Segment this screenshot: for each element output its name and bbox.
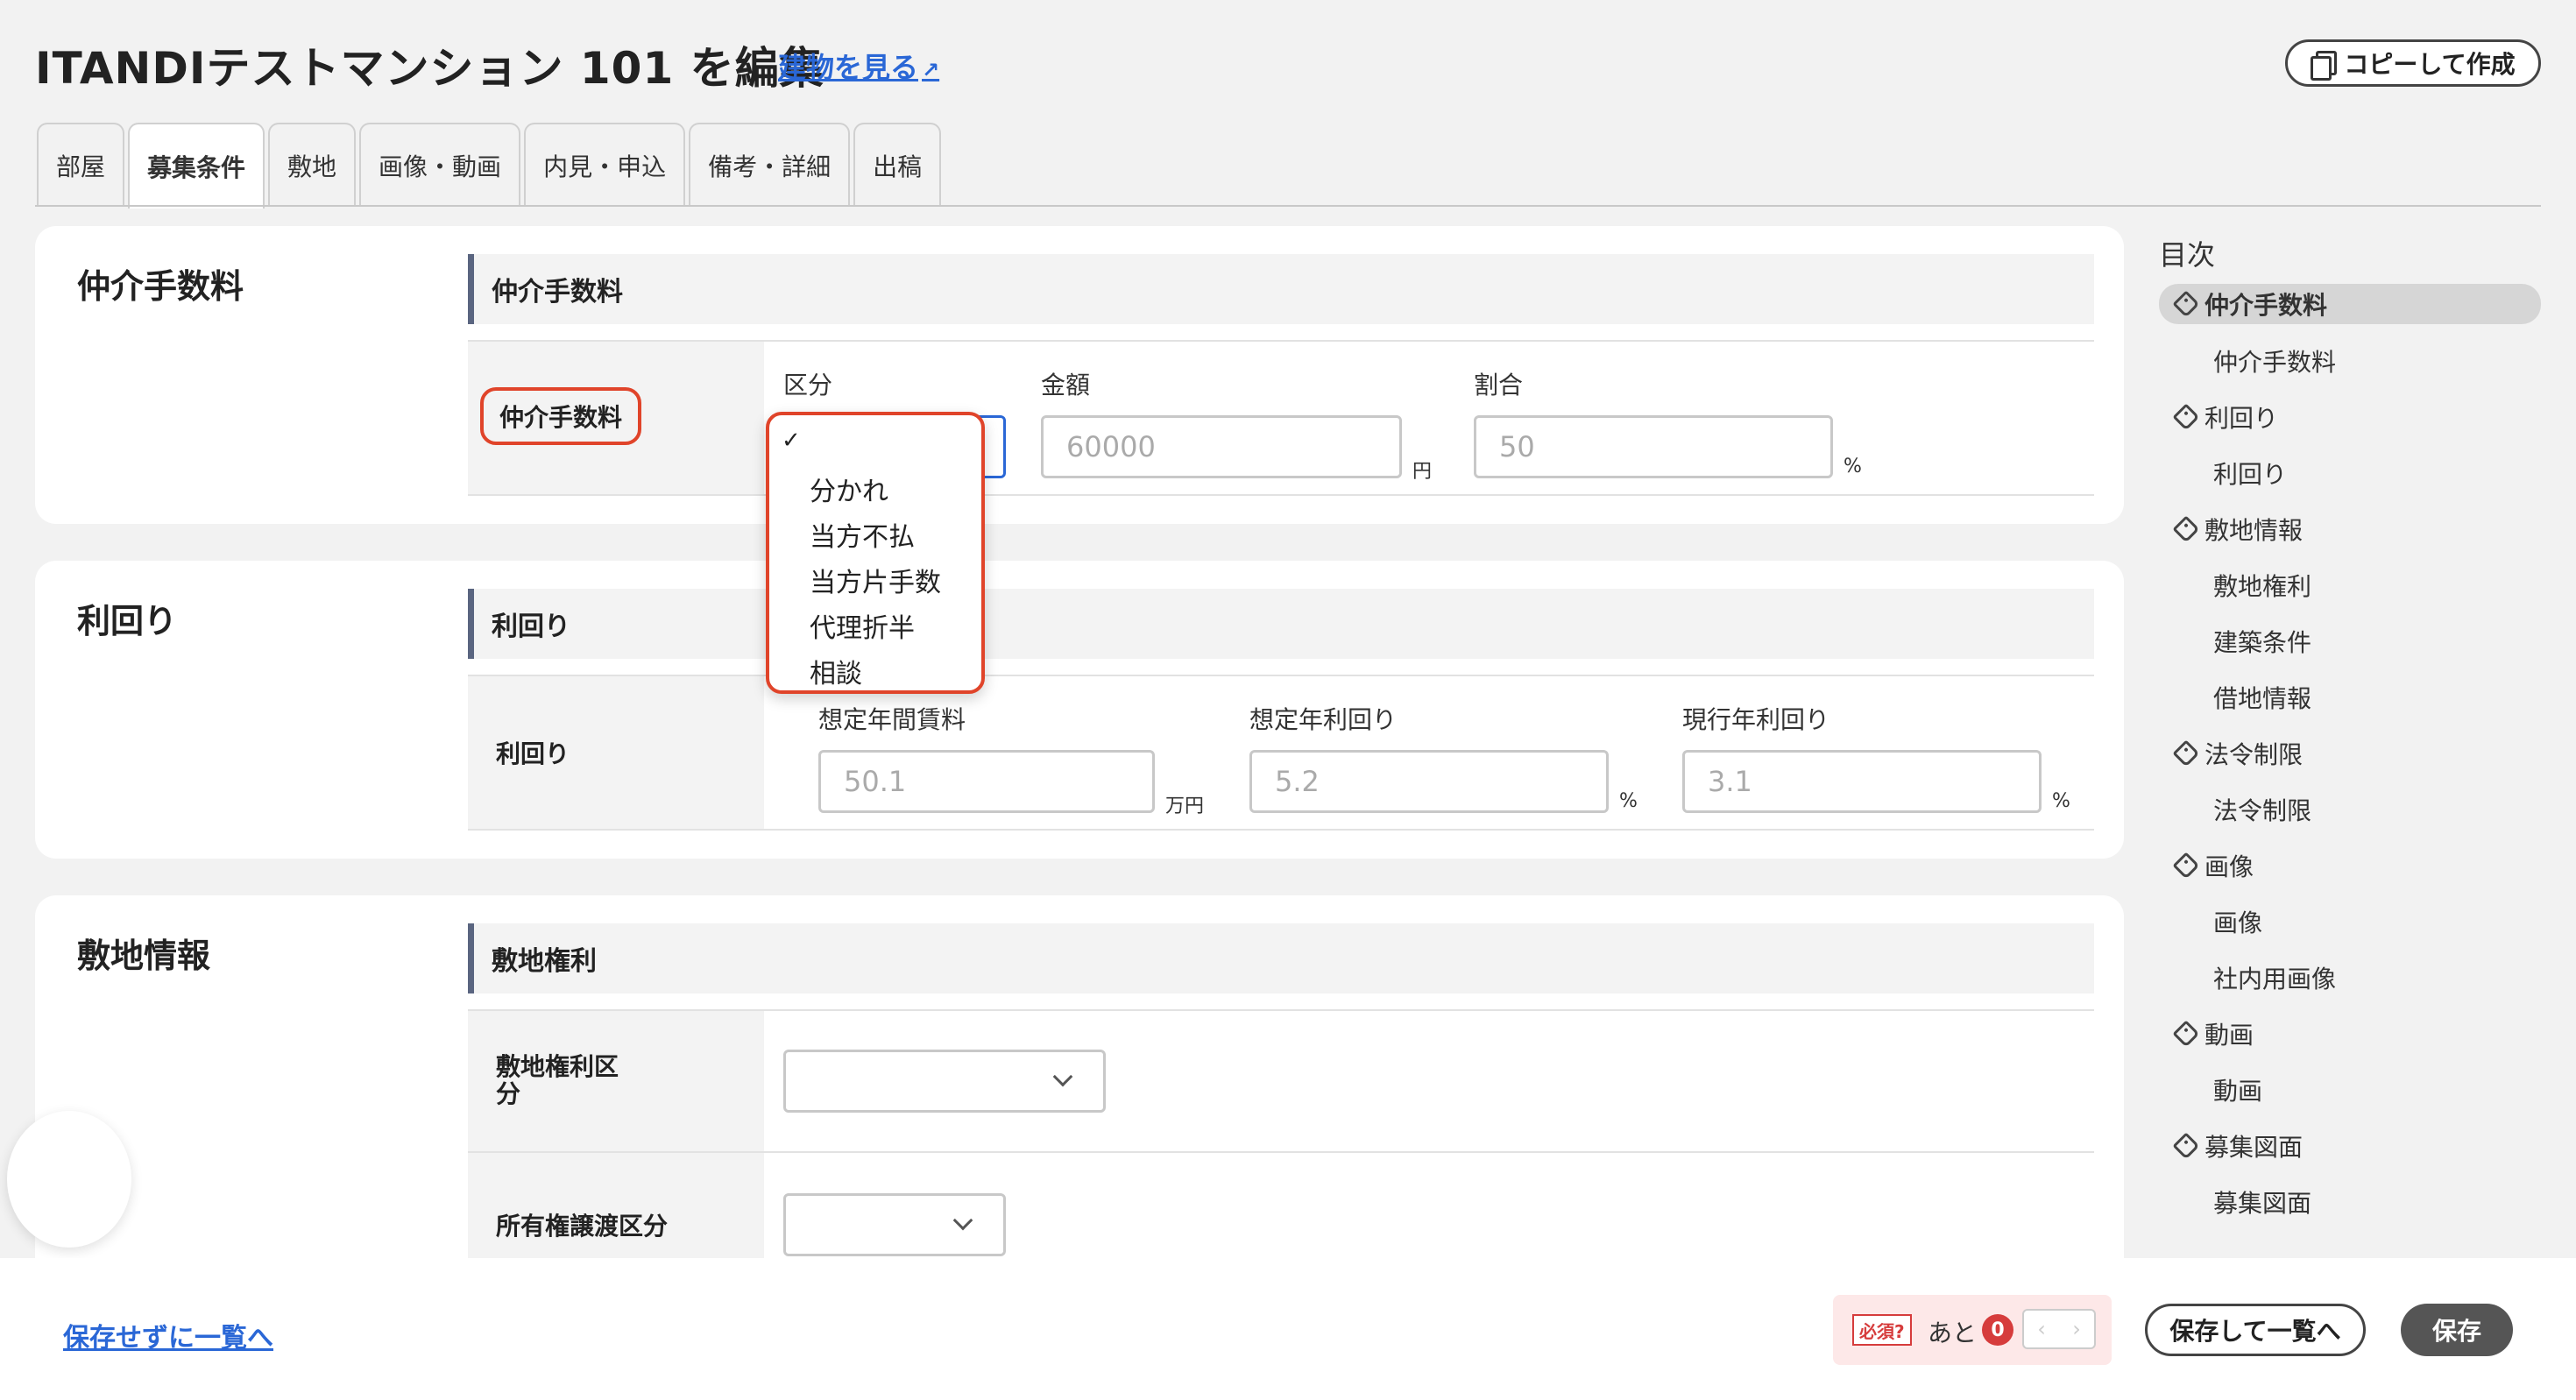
- expected-yield-label: 想定年利回り: [1249, 705, 1398, 734]
- required-badge: 必須?: [1852, 1314, 1912, 1346]
- save-button[interactable]: 保存: [2401, 1304, 2513, 1356]
- toc-subitem[interactable]: 仲介手数料: [2213, 343, 2336, 378]
- tag-icon: [2172, 1132, 2200, 1160]
- toc-subitem[interactable]: 動画: [2213, 1072, 2262, 1107]
- ownership-transfer-select[interactable]: [783, 1193, 1006, 1256]
- dropdown-option[interactable]: 代理折半: [810, 606, 915, 645]
- annual-rent-input[interactable]: 50.1: [818, 750, 1155, 813]
- tab-viewing-application[interactable]: 内見・申込: [524, 123, 686, 207]
- prev-icon[interactable]: ‹: [2037, 1317, 2046, 1341]
- tab-publish[interactable]: 出稿: [853, 123, 942, 207]
- row-label: 敷地権利区 分: [468, 1011, 764, 1151]
- toc-subitem[interactable]: 募集図面: [2213, 1184, 2311, 1220]
- yield-card: 利回り 利回り 利回り 想定年間賃料 50.1 万円 想定年利回り 5.2 % …: [35, 561, 2124, 859]
- tag-icon: [2172, 739, 2200, 767]
- amount-input[interactable]: 60000: [1041, 415, 1402, 478]
- card-title: 敷地情報: [77, 937, 211, 975]
- page-title: ITANDIテストマンション 101 を編集: [35, 43, 824, 94]
- tag-icon: [2172, 515, 2200, 543]
- brokerage-row-label: 仲介手数料: [480, 387, 641, 445]
- tag-icon: [2172, 290, 2200, 318]
- current-yield-unit: %: [2052, 790, 2070, 812]
- next-icon[interactable]: ›: [2072, 1317, 2081, 1341]
- section-header: 敷地権利: [468, 923, 2094, 993]
- ratio-unit: %: [1844, 456, 1862, 477]
- amount-unit: 円: [1412, 461, 1433, 483]
- remaining-text: あと: [1928, 1319, 1978, 1347]
- save-and-list-button[interactable]: 保存して一覧へ: [2145, 1304, 2366, 1356]
- current-yield-label: 現行年利回り: [1682, 705, 1830, 734]
- tab-recruitment-conditions[interactable]: 募集条件: [128, 123, 265, 209]
- chevron-down-icon: [952, 1210, 973, 1231]
- expected-yield-input[interactable]: 5.2: [1249, 750, 1609, 813]
- tab-room[interactable]: 部屋: [37, 123, 125, 207]
- toc-item-yield[interactable]: 利回り: [2172, 399, 2278, 435]
- toc-item-brokerage[interactable]: 仲介手数料: [2159, 284, 2541, 324]
- row-label: 利回り: [468, 676, 764, 829]
- tab-images-videos[interactable]: 画像・動画: [359, 123, 521, 207]
- tag-icon: [2172, 852, 2200, 880]
- tab-bar: 部屋 募集条件 敷地 画像・動画 内見・申込 備考・詳細 出稿: [37, 123, 942, 209]
- toc-item-legal[interactable]: 法令制限: [2172, 736, 2303, 771]
- dropdown-option[interactable]: 相談: [810, 652, 862, 690]
- chevron-down-icon: [1052, 1066, 1073, 1087]
- tag-icon: [2172, 403, 2200, 431]
- brokerage-row: 区分 金額 60000 円 割合 50 %: [468, 340, 2094, 496]
- view-building-link[interactable]: 建物を見る ↗: [778, 46, 939, 86]
- type-label: 区分: [783, 371, 833, 399]
- toc-item-videos[interactable]: 動画: [2172, 1016, 2254, 1051]
- external-link-icon: ↗: [922, 58, 940, 82]
- card-title: 仲介手数料: [77, 267, 244, 306]
- section-header: 仲介手数料: [468, 254, 2094, 324]
- toc-subitem[interactable]: 利回り: [2213, 456, 2287, 491]
- expected-yield-unit: %: [1619, 790, 1638, 812]
- yield-row: 利回り 想定年間賃料 50.1 万円 想定年利回り 5.2 % 現行年利回り 3…: [468, 675, 2094, 831]
- tab-site[interactable]: 敷地: [268, 123, 357, 207]
- toc-subitem[interactable]: 借地情報: [2213, 680, 2311, 715]
- copy-create-button[interactable]: コピーして作成: [2285, 39, 2541, 87]
- tag-icon: [2172, 1020, 2200, 1048]
- toc-item-images[interactable]: 画像: [2172, 848, 2254, 883]
- toc-subitem[interactable]: 社内用画像: [2213, 960, 2336, 995]
- toc-subitem[interactable]: 画像: [2213, 904, 2262, 939]
- selected-check-icon[interactable]: ✓: [782, 428, 801, 454]
- toc-subitem[interactable]: 敷地権利: [2213, 568, 2311, 603]
- ratio-label: 割合: [1474, 371, 1524, 399]
- amount-label: 金額: [1041, 371, 1091, 399]
- toc-item-flyer[interactable]: 募集図面: [2172, 1128, 2303, 1163]
- toc-subitem[interactable]: 建築条件: [2213, 624, 2311, 659]
- type-dropdown-menu: ✓ 分かれ 当方不払 当方片手数 代理折半 相談: [766, 412, 985, 694]
- floating-help-button[interactable]: [7, 1111, 131, 1248]
- tab-remarks-details[interactable]: 備考・詳細: [689, 123, 851, 207]
- site-rights-row: 敷地権利区 分: [468, 1009, 2094, 1153]
- section-header: 利回り: [468, 589, 2094, 659]
- card-title: 利回り: [77, 602, 178, 640]
- remaining-count: 0: [1982, 1314, 2013, 1346]
- toc-subitem[interactable]: 法令制限: [2213, 792, 2311, 827]
- dropdown-option[interactable]: 分かれ: [810, 470, 888, 508]
- toc-item-site[interactable]: 敷地情報: [2172, 512, 2303, 547]
- brokerage-card: 仲介手数料 仲介手数料 区分 金額 60000 円 割合 50 %: [35, 226, 2124, 524]
- copy-icon: [2311, 51, 2338, 81]
- back-to-list-link[interactable]: 保存せずに一覧へ: [63, 1316, 273, 1354]
- annual-rent-label: 想定年間賃料: [818, 705, 966, 734]
- tabs-divider: [35, 205, 2541, 207]
- site-rights-select[interactable]: [783, 1050, 1106, 1113]
- dropdown-option[interactable]: 当方不払: [810, 515, 915, 554]
- current-yield-input[interactable]: 3.1: [1682, 750, 2042, 813]
- required-fields-indicator: 必須? あと 0 ‹ ›: [1833, 1295, 2112, 1365]
- ratio-input[interactable]: 50: [1474, 415, 1833, 478]
- required-nav: ‹ ›: [2022, 1309, 2096, 1349]
- site-card: 敷地情報 敷地権利 敷地権利区 分 所有権譲渡区分: [35, 895, 2124, 1281]
- dropdown-option[interactable]: 当方片手数: [810, 561, 941, 599]
- toc-title: 目次: [2159, 238, 2216, 272]
- annual-rent-unit: 万円: [1165, 795, 1205, 817]
